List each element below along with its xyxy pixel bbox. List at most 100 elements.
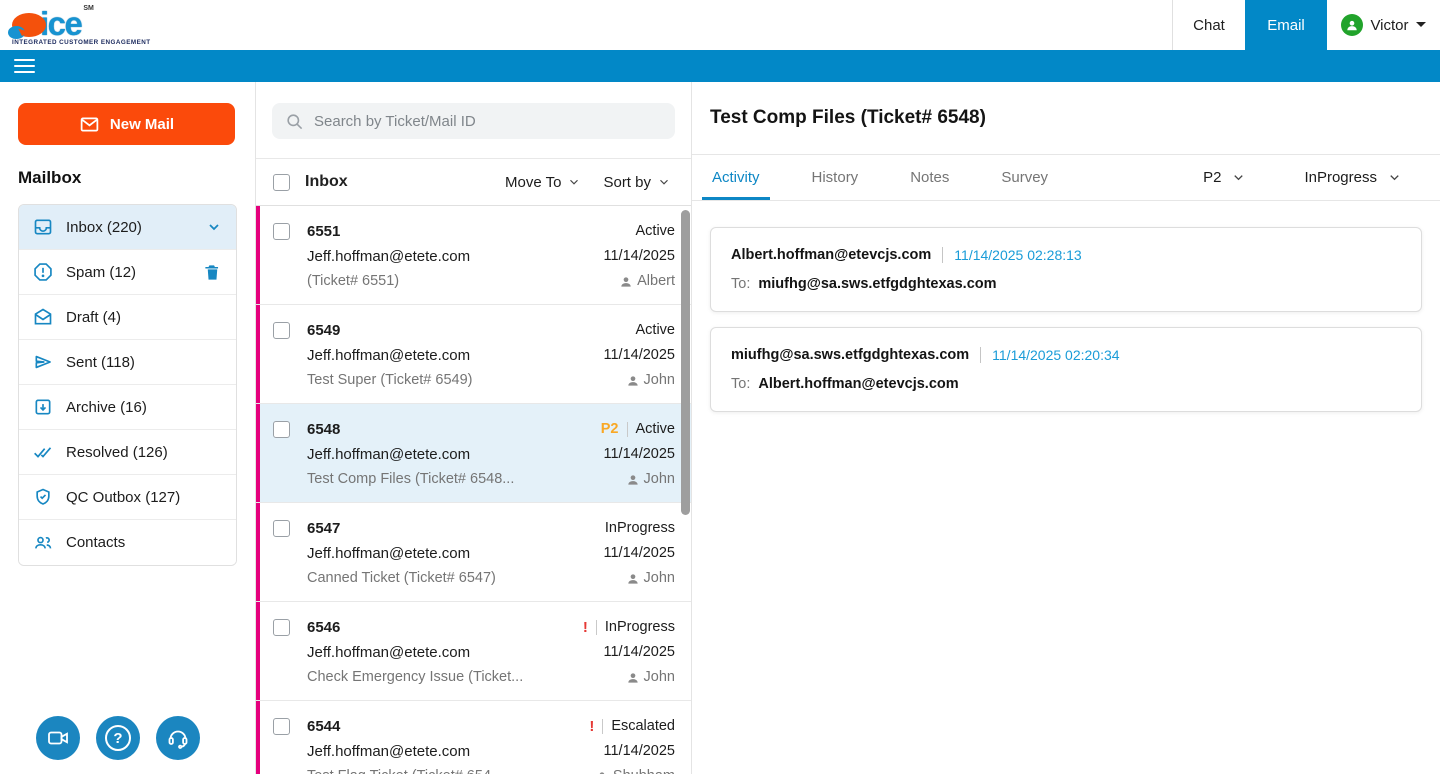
top-header: ice SM INTEGRATED CUSTOMER ENGAGEMENT Ch… [0,0,1440,50]
mail-checkbox[interactable] [273,718,290,735]
mail-list-item-6547[interactable]: 6547 Jeff.hoffman@etete.com Canned Ticke… [256,503,691,602]
status-text: Active [636,219,676,244]
user-menu[interactable]: Victor [1327,0,1440,50]
chevron-down-icon [657,175,671,189]
message-card[interactable]: Albert.hoffman@etevcjs.com 11/14/2025 02… [710,227,1422,312]
trash-icon[interactable] [203,263,222,282]
tab-chat[interactable]: Chat [1172,0,1245,50]
sidebar-item-resolved[interactable]: Resolved (126) [19,430,236,475]
mail-list-item-6544[interactable]: 6544 Jeff.hoffman@etete.com Test Flag Ti… [256,701,691,774]
user-avatar-icon [1341,14,1363,36]
sort-by-dropdown[interactable]: Sort by [603,174,671,191]
mail-checkbox[interactable] [273,421,290,438]
app-logo: ice SM INTEGRATED CUSTOMER ENGAGEMENT [0,0,260,50]
new-mail-button[interactable]: New Mail [18,103,235,145]
to-label: To: [731,276,750,292]
mail-list-item-6548[interactable]: 6548 Jeff.hoffman@etete.com Test Comp Fi… [256,404,691,503]
sidebar: New Mail Mailbox Inbox (220) Spam (12) D… [0,82,255,774]
message-separator [980,347,981,363]
tab-survey[interactable]: Survey [995,155,1054,200]
tab-label: Notes [910,169,949,186]
video-call-button[interactable] [36,716,80,760]
sidebar-item-label: Archive (16) [66,399,222,416]
user-caret-down-icon [1416,22,1426,32]
mail-list-item-6551[interactable]: 6551 Jeff.hoffman@etete.com (Ticket# 655… [256,206,691,305]
ticket-id: 6546 [307,615,583,640]
sidebar-item-sent[interactable]: Sent (118) [19,340,236,385]
mail-list-item-6549[interactable]: 6549 Jeff.hoffman@etete.com Test Super (… [256,305,691,404]
video-call-icon [46,726,70,750]
tab-history[interactable]: History [806,155,865,200]
sidebar-item-archive[interactable]: Archive (16) [19,385,236,430]
sidebar-item-contacts[interactable]: Contacts [19,520,236,565]
priority-badge: P2 [601,417,619,442]
mail-checkbox[interactable] [273,619,290,636]
sidebar-item-draft[interactable]: Draft (4) [19,295,236,340]
search-input[interactable] [314,113,662,130]
logo-brand-text: ice [40,11,81,37]
status-text: Active [636,417,676,442]
floating-action-buttons: ? [36,716,200,760]
mail-subject: (Ticket# 6551) [307,269,604,294]
mail-list-item-6546[interactable]: 6546 Jeff.hoffman@etete.com Check Emerge… [256,602,691,701]
agent-name: John [644,368,675,393]
message-card[interactable]: miufhg@sa.sws.etfgdghtexas.com 11/14/202… [710,327,1422,412]
mailbox-heading: Mailbox [18,168,255,188]
urgent-icon: ! [589,714,594,739]
mail-checkbox[interactable] [273,520,290,537]
scrollbar-thumb[interactable] [681,210,690,515]
tab-notes[interactable]: Notes [904,155,955,200]
logo-speech-bubble-blue-icon [8,26,25,39]
message-separator [942,247,943,263]
mail-subject: Test Flag Ticket (Ticket# 654... [307,764,589,774]
tab-label: History [812,169,859,186]
logo-sm-mark: SM [83,5,94,12]
ticket-id: 6548 [307,417,601,442]
chevron-down-icon [1231,170,1246,185]
to-label: To: [731,376,750,392]
sidebar-item-label: Contacts [66,534,222,551]
tab-label: Survey [1001,169,1048,186]
help-button[interactable]: ? [96,716,140,760]
mail-subject: Check Emergency Issue (Ticket... [307,665,583,690]
sender-email: Jeff.hoffman@etete.com [307,640,583,665]
priority-dropdown[interactable]: P2 [1203,169,1246,186]
status-text: InProgress [605,516,675,541]
status-text: InProgress [605,615,675,640]
qc-outbox-icon [33,487,53,507]
status-text: Active [636,318,676,343]
agent-name: John [644,467,675,492]
select-all-checkbox[interactable] [273,174,290,191]
chevron-down-icon [567,175,581,189]
mail-checkbox[interactable] [273,322,290,339]
sidebar-item-spam[interactable]: Spam (12) [19,250,236,295]
sidebar-item-qc-outbox[interactable]: QC Outbox (127) [19,475,236,520]
status-separator [602,719,603,734]
draft-icon [33,307,53,327]
mail-date: 11/14/2025 [601,442,675,467]
hamburger-menu-icon[interactable] [14,59,35,74]
sender-email: Jeff.hoffman@etete.com [307,739,589,764]
mail-date: 11/14/2025 [604,244,676,269]
mail-date: 11/14/2025 [583,640,675,665]
person-icon [626,671,640,685]
tab-email[interactable]: Email [1245,0,1327,50]
sidebar-item-inbox[interactable]: Inbox (220) [19,205,236,250]
status-separator [627,422,628,437]
ticket-id: 6549 [307,318,604,343]
status-dropdown[interactable]: InProgress [1304,169,1402,186]
help-icon: ? [105,725,131,751]
tab-chat-label: Chat [1193,17,1225,34]
spam-icon [33,262,53,282]
chevron-down-icon [1387,170,1402,185]
tab-activity[interactable]: Activity [706,155,766,200]
person-icon [619,275,633,289]
logo-speech-bubble-orange-icon [12,13,46,37]
search-box[interactable] [272,103,675,139]
ticket-id: 6547 [307,516,604,541]
mail-checkbox[interactable] [273,223,290,240]
status-text: Escalated [611,714,675,739]
support-button[interactable] [156,716,200,760]
move-to-dropdown[interactable]: Move To [505,174,581,191]
mail-subject: Test Super (Ticket# 6549) [307,368,604,393]
